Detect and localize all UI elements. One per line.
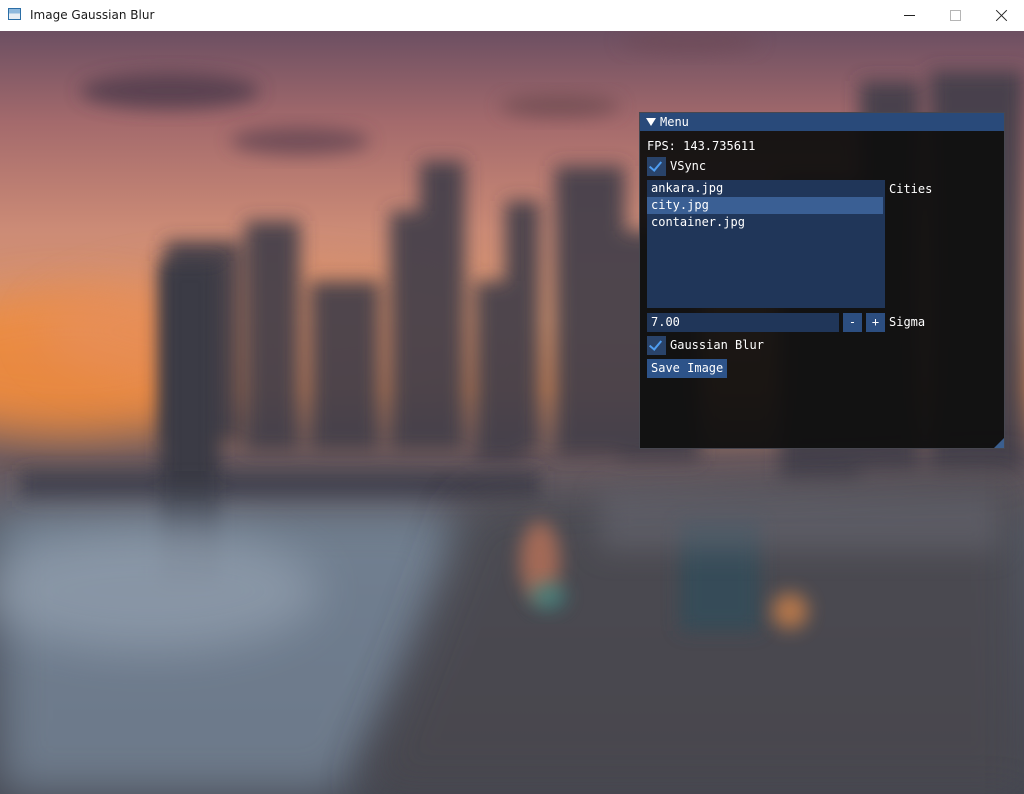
collapse-arrow-icon[interactable] bbox=[646, 118, 656, 126]
close-button[interactable] bbox=[978, 0, 1024, 31]
sigma-decrement-button[interactable]: - bbox=[843, 313, 862, 332]
checkmark-icon bbox=[648, 158, 663, 172]
panel-title: Menu bbox=[660, 115, 689, 129]
app-window: Image Gaussian Blur Menu FPS: 143.735611… bbox=[0, 0, 1024, 794]
cities-listbox[interactable]: ankara.jpg city.jpg container.jpg bbox=[647, 180, 885, 308]
gaussian-blur-checkbox[interactable] bbox=[647, 336, 666, 355]
app-window-icon bbox=[8, 8, 21, 20]
save-image-button[interactable]: Save Image bbox=[647, 359, 728, 378]
panel-title-bar[interactable]: Menu bbox=[640, 113, 1004, 131]
sigma-label: Sigma bbox=[889, 315, 926, 329]
list-item-selected[interactable]: city.jpg bbox=[647, 197, 883, 214]
checkmark-icon bbox=[648, 337, 663, 351]
sigma-increment-button[interactable]: + bbox=[866, 313, 885, 332]
vsync-label: VSync bbox=[670, 159, 707, 173]
maximize-button[interactable] bbox=[932, 0, 978, 31]
close-icon bbox=[995, 9, 1008, 22]
maximize-icon bbox=[949, 10, 961, 21]
gaussian-blur-label: Gaussian Blur bbox=[670, 338, 764, 352]
list-item[interactable]: container.jpg bbox=[647, 214, 883, 231]
menu-panel: Menu FPS: 143.735611 VSync ankara.jpg ci… bbox=[639, 112, 1005, 449]
vsync-checkbox[interactable] bbox=[647, 157, 666, 176]
sigma-input[interactable]: 7.00 bbox=[647, 313, 839, 332]
title-bar[interactable]: Image Gaussian Blur bbox=[0, 0, 1024, 32]
minimize-button[interactable] bbox=[886, 0, 932, 31]
fps-readout: FPS: 143.735611 bbox=[647, 139, 756, 153]
cities-label: Cities bbox=[889, 182, 933, 196]
minimize-icon bbox=[903, 15, 915, 16]
resize-grip-icon[interactable] bbox=[994, 438, 1004, 448]
list-item[interactable]: ankara.jpg bbox=[647, 180, 883, 197]
window-title: Image Gaussian Blur bbox=[30, 8, 155, 22]
